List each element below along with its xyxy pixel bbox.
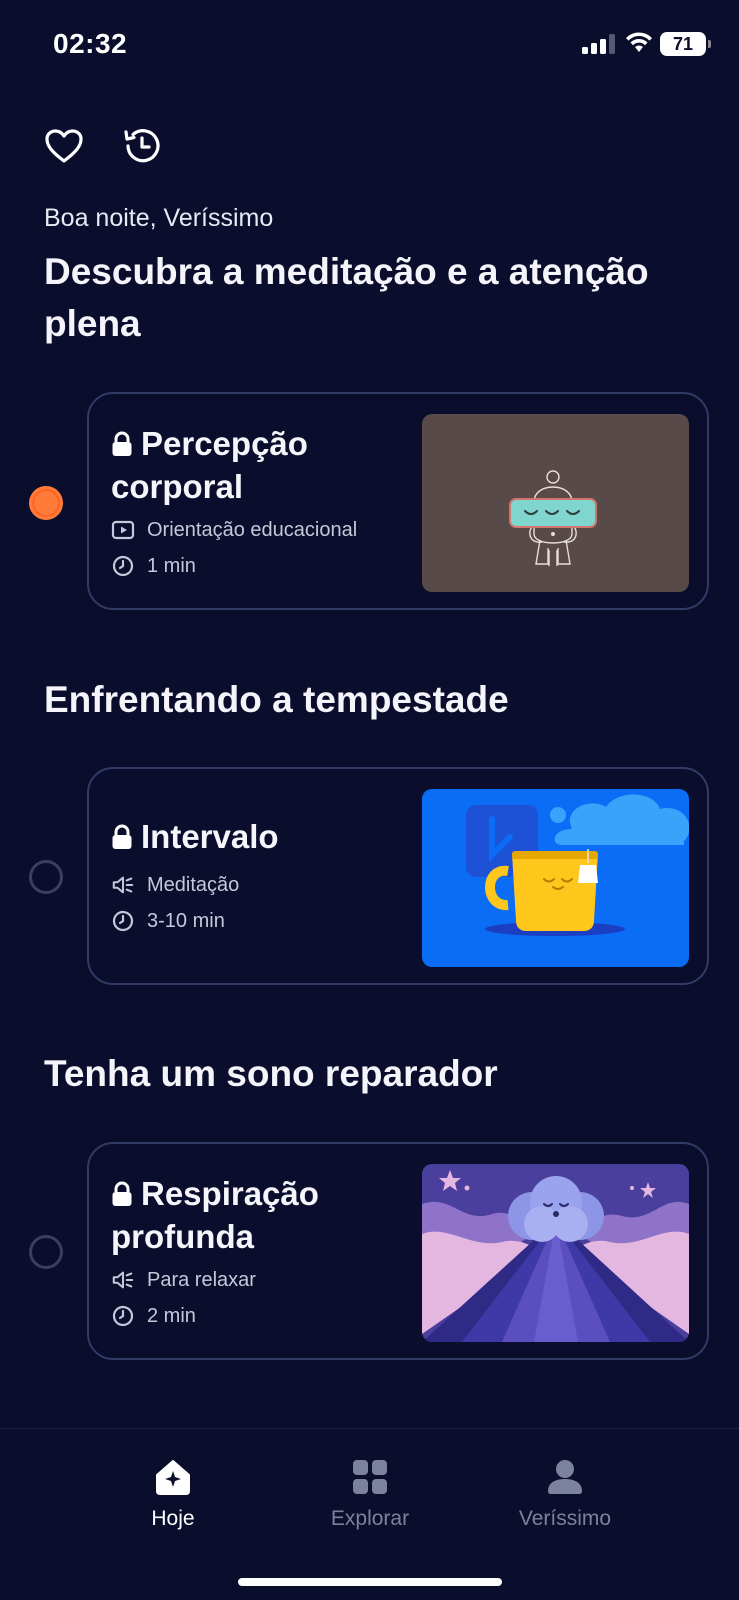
- progress-marker: [29, 860, 63, 894]
- card-type: Meditação: [111, 873, 239, 897]
- card-type-label: Orientação educacional: [147, 518, 358, 541]
- cellular-signal-icon: [582, 34, 615, 54]
- card-duration: 3-10 min: [111, 909, 225, 933]
- lock-icon: [112, 431, 132, 456]
- card-thumbnail: [422, 1164, 689, 1342]
- heart-icon: [45, 129, 83, 163]
- audio-icon: [111, 1268, 135, 1292]
- tab-label: Hoje: [151, 1507, 195, 1530]
- card-duration-label: 3-10 min: [147, 909, 225, 932]
- grid-icon: [353, 1460, 387, 1494]
- bottom-tab-bar: Hoje Explorar Veríssimo: [0, 1428, 739, 1600]
- session-card-deep-breathing[interactable]: Respiração profunda Para relaxar 2 min: [87, 1142, 709, 1360]
- clock-icon: [111, 909, 135, 933]
- card-type: Para relaxar: [111, 1268, 256, 1292]
- favorites-button[interactable]: [42, 124, 86, 168]
- profile-icon: [548, 1460, 582, 1494]
- section-title-meditation: Descubra a meditação e a atenção plena: [44, 251, 649, 344]
- breathing-cloud-illustration: [422, 1164, 689, 1342]
- greeting-text: Boa noite, Veríssimo: [44, 204, 274, 232]
- history-button[interactable]: [120, 124, 164, 168]
- status-time: 02:32: [53, 28, 128, 59]
- session-card-body-awareness[interactable]: Percepção corporal Orientação educaciona…: [87, 392, 709, 610]
- meditating-character-illustration: [422, 414, 689, 592]
- history-icon: [124, 129, 160, 163]
- audio-icon: [111, 873, 135, 897]
- section-title-sleep: Tenha um sono reparador: [44, 1053, 498, 1094]
- top-actions: [42, 124, 242, 172]
- card-thumbnail: [422, 414, 689, 592]
- video-icon: [111, 518, 135, 542]
- clock-icon: [111, 554, 135, 578]
- session-card-interval[interactable]: Intervalo Meditação 3-10 min: [87, 767, 709, 985]
- home-icon: [156, 1460, 190, 1495]
- card-title: Percepção corporal: [111, 422, 401, 508]
- lock-icon: [112, 1181, 132, 1206]
- card-title-text: Intervalo: [141, 818, 279, 855]
- home-indicator: [238, 1578, 502, 1586]
- tab-profile[interactable]: Veríssimo: [485, 1457, 645, 1537]
- card-duration: 1 min: [111, 554, 196, 578]
- tab-label: Explorar: [330, 1507, 410, 1530]
- card-title-text: Respiração profunda: [111, 1175, 319, 1255]
- tab-explore[interactable]: Explorar: [290, 1457, 450, 1537]
- battery-indicator: 71: [660, 32, 711, 56]
- card-title-text: Percepção corporal: [111, 425, 308, 505]
- card-title: Respiração profunda: [111, 1172, 401, 1258]
- card-duration-label: 2 min: [147, 1304, 196, 1327]
- tab-today[interactable]: Hoje: [93, 1457, 253, 1537]
- lock-icon: [112, 824, 132, 849]
- tea-mug-illustration: [422, 789, 689, 967]
- progress-marker: [29, 1235, 63, 1269]
- card-type-label: Meditação: [147, 873, 240, 896]
- progress-marker-current: [29, 486, 63, 520]
- card-type-label: Para relaxar: [147, 1268, 256, 1291]
- section-title-storm: Enfrentando a tempestade: [44, 679, 509, 720]
- wifi-icon: [626, 32, 652, 52]
- card-title: Intervalo: [111, 815, 401, 858]
- card-duration-label: 1 min: [147, 554, 196, 577]
- tab-label: Veríssimo: [518, 1507, 612, 1530]
- clock-icon: [111, 1304, 135, 1328]
- card-thumbnail: [422, 789, 689, 967]
- card-type: Orientação educacional: [111, 518, 357, 542]
- card-duration: 2 min: [111, 1304, 196, 1328]
- status-bar: 02:32 71: [0, 0, 739, 90]
